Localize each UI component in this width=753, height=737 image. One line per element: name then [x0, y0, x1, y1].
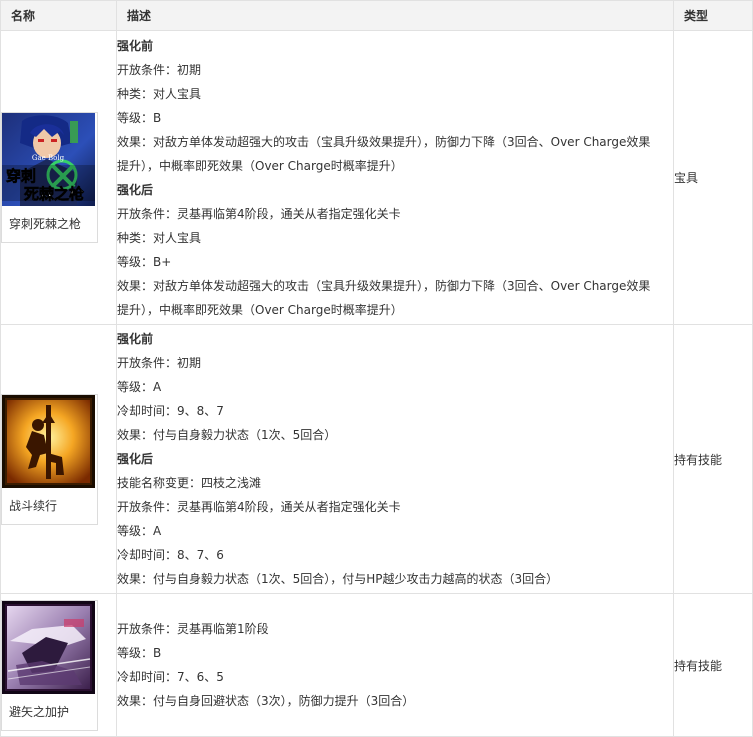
type-cell: 持有技能 — [673, 324, 753, 594]
desc-line: 效果：付与自身毅力状态（1次、5回合），付与HP越少攻击力越高的状态（3回合） — [117, 572, 559, 586]
desc-line: 强化后 — [117, 452, 154, 466]
desc-line: 开放条件：初期 — [117, 356, 202, 370]
skills-table: 名称 描述 类型 Gae Bolg 穿刺 死棘之枪 穿刺死棘之枪 强化前 开放条… — [0, 0, 753, 737]
header-row: 名称 描述 类型 — [0, 0, 753, 31]
desc-line: 开放条件：灵基再临第4阶段，通关从者指定强化关卡 — [117, 500, 401, 514]
desc-line: 开放条件：灵基再临第1阶段 — [117, 622, 269, 636]
desc-line: 技能名称变更：四枝之浅滩 — [117, 476, 262, 490]
header-type: 类型 — [673, 0, 753, 31]
icon-text-top: Gae Bolg — [32, 154, 65, 162]
name-cell: 战斗续行 — [0, 324, 117, 594]
name-cell: Gae Bolg 穿刺 死棘之枪 穿刺死棘之枪 — [0, 30, 117, 325]
skill-name-battle-continuation: 战斗续行 — [9, 498, 58, 513]
noble-phantasm-name: 穿刺死棘之枪 — [9, 217, 82, 231]
desc-line: 开放条件：初期 — [117, 62, 202, 77]
name-cell: 避矢之加护 — [0, 593, 117, 737]
desc-line: 效果：对敌方单体发动超强大的攻击（宝具升级效果提升），防御力下降（3回合、Ove… — [117, 278, 651, 293]
icon-text-1: 穿刺 — [6, 167, 36, 185]
type-cell: 持有技能 — [673, 593, 753, 737]
protection-from-arrows-icon — [2, 600, 95, 694]
desc-line: 种类：对人宝具 — [117, 230, 202, 245]
desc-line: 开放条件：灵基再临第4阶段，通关从者指定强化关卡 — [117, 206, 401, 221]
desc-cell: 强化前 开放条件：初期 等级：A 冷却时间：9、8、7 效果：付与自身毅力状态（… — [116, 324, 674, 594]
desc-line: 种类：对人宝具 — [117, 86, 202, 101]
desc-line: 强化前 — [117, 332, 154, 346]
icon-text-2: 死棘之枪 — [24, 185, 84, 203]
skill-card-battle-continuation[interactable]: 战斗续行 — [1, 393, 98, 525]
table-row: 战斗续行 强化前 开放条件：初期 等级：A 冷却时间：9、8、7 效果：付与自身… — [0, 324, 753, 594]
desc-line: 强化前 — [117, 38, 154, 53]
skill-name-protection-from-arrows: 避矢之加护 — [9, 704, 70, 719]
desc-line: 冷却时间：7、6、5 — [117, 670, 224, 684]
desc-line: 强化后 — [117, 182, 154, 197]
type-cell: 宝具 — [673, 30, 753, 325]
battle-continuation-icon — [2, 394, 95, 488]
desc-line: 提升），中概率即死效果（Over Charge时概率提升） — [117, 302, 403, 317]
desc-line: 等级：A — [117, 380, 162, 394]
header-desc: 描述 — [116, 0, 674, 31]
noble-phantasm-card[interactable]: Gae Bolg 穿刺 死棘之枪 穿刺死棘之枪 — [1, 112, 98, 243]
desc-cell: 强化前 开放条件：初期 种类：对人宝具 等级：B 效果：对敌方单体发动超强大的攻… — [116, 30, 674, 325]
desc-line: 效果：对敌方单体发动超强大的攻击（宝具升级效果提升），防御力下降（3回合、Ove… — [117, 134, 651, 149]
noble-phantasm-icon: Gae Bolg 穿刺 死棘之枪 — [2, 113, 95, 206]
desc-line: 冷却时间：9、8、7 — [117, 404, 224, 418]
table-row: 避矢之加护 开放条件：灵基再临第1阶段 等级：B 冷却时间：7、6、5 效果：付… — [0, 593, 753, 737]
desc-line: 效果：付与自身回避状态（3次），防御力提升（3回合） — [117, 694, 415, 708]
desc-line: 等级：B — [117, 110, 162, 125]
desc-line: 等级：B — [117, 646, 162, 660]
desc-line: 等级：B+ — [117, 254, 172, 269]
header-name: 名称 — [0, 0, 117, 31]
desc-cell: 开放条件：灵基再临第1阶段 等级：B 冷却时间：7、6、5 效果：付与自身回避状… — [116, 593, 674, 737]
table-row: Gae Bolg 穿刺 死棘之枪 穿刺死棘之枪 强化前 开放条件：初期 种类：对… — [0, 30, 753, 325]
desc-line: 冷却时间：8、7、6 — [117, 548, 224, 562]
desc-line: 等级：A — [117, 524, 162, 538]
desc-line: 效果：付与自身毅力状态（1次、5回合） — [117, 428, 337, 442]
desc-line: 提升），中概率即死效果（Over Charge时概率提升） — [117, 158, 403, 173]
skill-card-protection-from-arrows[interactable]: 避矢之加护 — [1, 599, 98, 731]
